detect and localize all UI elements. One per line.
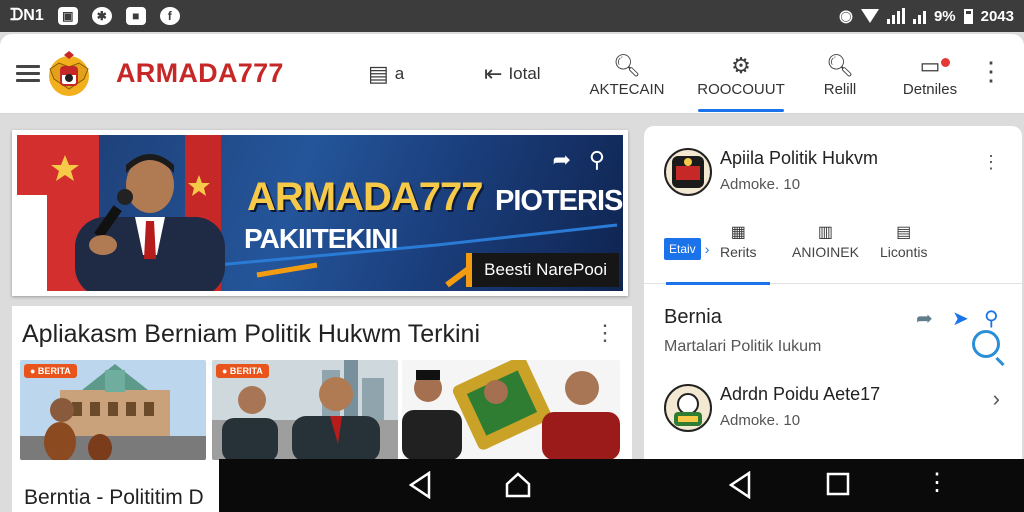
app-header: ARMADA777 ▤ a ⇤ Iotal 🔍︎ AKTECAIN ⚙ ROOC…	[0, 34, 1024, 114]
chevron-right-icon: ›	[704, 241, 710, 257]
signal-icon	[886, 8, 905, 24]
nav-label: AKTECAIN	[589, 80, 665, 98]
sidebar-section-subtitle: Martalari Politik Iukum	[664, 338, 822, 355]
notification-icon: ▭	[919, 52, 941, 78]
share-icon[interactable]: ➦	[552, 147, 570, 173]
tab-label: Rerits	[720, 244, 757, 260]
message-icon: ■	[125, 7, 146, 25]
tab-licontis[interactable]: ▤ Licontis	[880, 222, 927, 260]
overflow-menu-icon[interactable]: ⋮	[925, 471, 949, 495]
tab-indicator	[666, 282, 770, 285]
overflow-menu-icon[interactable]: ⋮	[978, 58, 1004, 84]
item-title[interactable]: Apiila Politik Hukvm	[720, 148, 878, 169]
banner-subtitle: PIOTERIS	[495, 185, 623, 217]
thumbnail-caption: Berntia - Polititim D	[24, 486, 204, 509]
sidebar-tabs: Etaiv › ▦ Rerits ▥ ANIOINEK ▤ Licontis	[644, 222, 1022, 358]
avatar[interactable]	[664, 384, 712, 432]
menu-icon[interactable]	[16, 65, 40, 82]
nav-label: ROOCOUUT	[697, 80, 785, 98]
share-icon[interactable]: ➦	[916, 306, 933, 331]
status-right: ◉ 9% 2043	[839, 6, 1014, 26]
banner-title: ARMADA777	[247, 175, 483, 219]
back-icon[interactable]	[407, 471, 433, 499]
nav-label: Iotal	[508, 64, 541, 83]
thumbnail-badge: ● BERITA	[24, 364, 77, 378]
tab-label: Licontis	[880, 244, 928, 260]
carrier-label: ᗪN1	[10, 7, 44, 24]
news-thumbnail[interactable]	[402, 360, 620, 460]
nav-item-settings[interactable]: ⚙ ROOCOUUT	[697, 34, 785, 114]
nav-item-search[interactable]: 🔍︎ AKTECAIN	[590, 34, 665, 114]
avatar-icon	[672, 156, 704, 188]
search-icon[interactable]: ⚲	[589, 147, 605, 173]
section-menu-icon[interactable]: ⋮	[594, 320, 616, 346]
status-left: ᗪN1 ▣ ✱ ■ f	[10, 7, 180, 25]
award-image	[402, 360, 620, 460]
item-title[interactable]: Adrdn Poidu Aete17	[720, 384, 880, 405]
wifi-signal-icon	[860, 9, 879, 23]
signal-2-icon	[912, 8, 926, 24]
gear-icon: ⚙	[731, 52, 751, 78]
avatar[interactable]	[664, 148, 712, 196]
main-content: ARMADA777 PIOTERIS PAKIITEKINI ➦ ⚲ Beest…	[12, 126, 632, 512]
share-icon: ⇤	[484, 61, 503, 86]
section-title: Apliakasm Berniam Politik Hukwm Terkini	[22, 320, 481, 348]
tab-rerits[interactable]: ▦ Rerits	[720, 222, 757, 260]
sidebar-panel: Apiila Politik Hukvm Admoke. 10 ⋮ Etaiv …	[644, 126, 1022, 460]
chart-icon: ▥	[817, 224, 834, 241]
bars-icon: ▤	[896, 224, 912, 241]
gallery-icon: ▣	[57, 7, 78, 25]
back-icon[interactable]	[727, 471, 753, 499]
item-menu-icon[interactable]: ⋮	[982, 152, 1000, 173]
emblem-logo-icon	[49, 50, 89, 96]
home-icon[interactable]	[504, 471, 532, 499]
tab-label: ANIOINEK	[792, 244, 859, 260]
nav-item-notifications[interactable]: ▭ Detniles	[900, 34, 960, 114]
news-thumbnail[interactable]: ● BERITA	[20, 360, 206, 460]
brand-title: ARMADA777	[116, 58, 284, 88]
wifi-icon: ◉	[838, 8, 853, 25]
facebook-icon: f	[159, 7, 180, 25]
grid-icon: ▦	[730, 224, 746, 241]
search-icon: 🔍︎	[613, 52, 641, 78]
chevron-right-icon[interactable]: ›	[993, 386, 1000, 412]
search-icon: 🔍︎	[826, 52, 854, 78]
nav-item-share[interactable]: ⇤ Iotal	[484, 34, 541, 114]
nav-item-list[interactable]: ▤ a	[368, 34, 404, 114]
nav-label: Detniles	[902, 80, 958, 98]
tab-label: Etaiv	[664, 238, 701, 260]
avatar-icon	[674, 393, 702, 426]
soccer-icon: ✱	[91, 7, 112, 25]
system-navigation-bar: ⋮	[219, 459, 1024, 512]
tab-active[interactable]: Etaiv ›	[664, 238, 709, 260]
list-icon: ▤	[368, 61, 389, 86]
news-thumbnail[interactable]: ● BERITA	[212, 360, 398, 460]
recents-icon[interactable]	[825, 471, 851, 497]
thumbnail-badge: ● BERITA	[216, 364, 269, 378]
clock: 2043	[980, 7, 1014, 25]
banner-actions: ➦ ⚲	[552, 147, 605, 173]
banner-subtitle-2: PAKIITEKINI	[244, 223, 398, 254]
hero-banner[interactable]: ARMADA777 PIOTERIS PAKIITEKINI ➦ ⚲ Beest…	[12, 130, 628, 296]
tab-anioinek[interactable]: ▥ ANIOINEK	[792, 222, 859, 260]
status-bar: ᗪN1 ▣ ✱ ■ f ◉ 9% 2043	[0, 0, 1024, 32]
item-meta: Admoke. 10	[720, 176, 801, 193]
sidebar-section-title: Bernia	[664, 306, 722, 328]
notification-dot	[941, 58, 950, 67]
search-icon[interactable]: ⚲	[984, 306, 999, 331]
nav-item-search-2[interactable]: 🔍︎ Relill	[818, 34, 862, 114]
banner-tag[interactable]: Beesti NarePooi	[466, 253, 619, 287]
nav-label: Relill	[823, 80, 857, 98]
nav-label: a	[394, 64, 405, 83]
search-icon[interactable]	[972, 330, 1000, 358]
forward-icon[interactable]: ➤	[952, 306, 969, 331]
battery-percent: 9%	[933, 7, 956, 25]
item-meta: Admoke. 10	[720, 412, 801, 429]
battery-icon	[963, 8, 973, 24]
